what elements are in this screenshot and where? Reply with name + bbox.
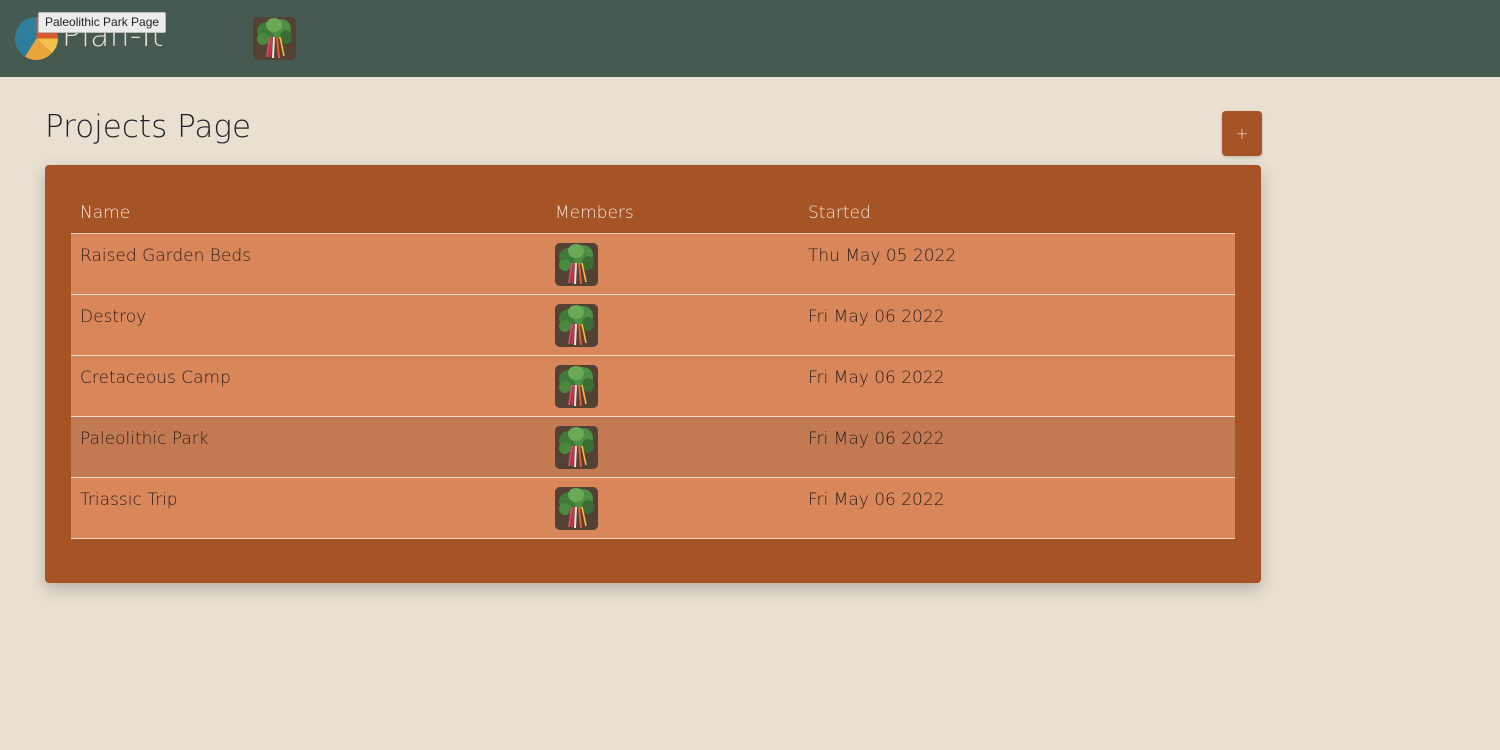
page-title: Projects Page — [45, 109, 252, 145]
tooltip: Paleolithic Park Page — [38, 12, 167, 33]
chard-avatar-icon — [555, 243, 598, 286]
table-row[interactable]: Destroy Fri May 06 2022 — [71, 295, 1235, 356]
projects-table: Name Members Started Raised Garden Beds … — [71, 195, 1235, 539]
project-start-date: Fri May 06 2022 — [808, 307, 945, 327]
chard-avatar-icon — [555, 487, 598, 530]
column-header-members[interactable]: Members — [555, 203, 634, 223]
column-header-name[interactable]: Name — [80, 203, 130, 223]
add-project-button[interactable]: + — [1222, 111, 1262, 156]
project-name: Paleolithic Park — [80, 429, 209, 449]
project-start-date: Fri May 06 2022 — [808, 490, 945, 510]
project-start-date: Thu May 05 2022 — [808, 246, 957, 266]
table-row[interactable]: Raised Garden Beds Thu May 05 2022 — [71, 234, 1235, 295]
project-name: Cretaceous Camp — [80, 368, 231, 388]
top-navbar: Plan-It Paleolithic Park Page — [0, 0, 1500, 77]
project-name: Raised Garden Beds — [80, 246, 252, 266]
table-row[interactable]: Cretaceous Camp Fri May 06 2022 — [71, 356, 1235, 417]
project-name: Triassic Trip — [80, 490, 178, 510]
project-start-date: Fri May 06 2022 — [808, 368, 945, 388]
chard-avatar-icon — [555, 426, 598, 469]
chard-avatar-icon[interactable] — [253, 17, 296, 60]
project-start-date: Fri May 06 2022 — [808, 429, 945, 449]
table-header: Name Members Started — [71, 195, 1235, 234]
projects-card: Name Members Started Raised Garden Beds … — [45, 165, 1261, 583]
chard-avatar-icon — [555, 304, 598, 347]
chard-avatar-icon — [555, 365, 598, 408]
table-row[interactable]: Triassic Trip Fri May 06 2022 — [71, 478, 1235, 539]
project-name: Destroy — [80, 307, 147, 327]
column-header-started[interactable]: Started — [808, 203, 871, 223]
table-row[interactable]: Paleolithic Park Fri May 06 2022 — [71, 417, 1235, 478]
